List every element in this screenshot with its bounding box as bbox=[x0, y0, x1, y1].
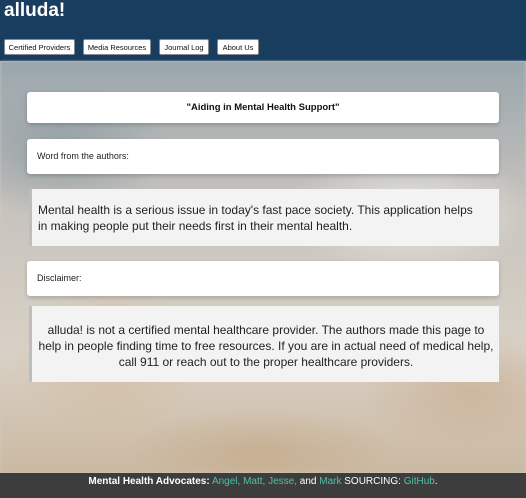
author-link-mark[interactable]: Mark bbox=[319, 476, 341, 487]
footer-advocates-label: Mental Health Advocates: bbox=[88, 476, 210, 487]
github-link[interactable]: GitHub bbox=[404, 476, 435, 487]
footer-sourcing-label: SOURCING: bbox=[344, 476, 401, 487]
author-link-matt[interactable]: Matt, bbox=[243, 476, 265, 487]
footer-period: . bbox=[434, 476, 438, 487]
disclaimer-header-card: Disclaimer: bbox=[27, 261, 499, 296]
authors-header-card: Word from the authors: bbox=[27, 139, 499, 174]
author-link-jesse[interactable]: Jesse, bbox=[268, 476, 297, 487]
nav-certified-providers-button[interactable]: Certified Providers bbox=[4, 39, 75, 55]
author-link-angel[interactable]: Angel, bbox=[212, 476, 240, 487]
nav-about-us-button[interactable]: About Us bbox=[217, 39, 259, 55]
disclaimer-text: alluda! is not a certified mental health… bbox=[38, 323, 494, 369]
disclaimer-label: Disclaimer: bbox=[37, 273, 82, 283]
brand-logo[interactable]: alluda! bbox=[4, 0, 65, 22]
authors-panel: Mental health is a serious issue in toda… bbox=[29, 189, 499, 246]
nav-journal-log-button[interactable]: Journal Log bbox=[159, 39, 209, 55]
disclaimer-panel: alluda! is not a certified mental health… bbox=[29, 306, 499, 382]
top-header: alluda! Certified Providers Media Resour… bbox=[0, 0, 526, 61]
footer: Mental Health Advocates: Angel, Matt, Je… bbox=[0, 473, 526, 498]
authors-label: Word from the authors: bbox=[37, 151, 129, 161]
footer-and-text: and bbox=[299, 476, 317, 487]
page-title: "Aiding in Mental Health Support" bbox=[186, 102, 340, 113]
title-card: "Aiding in Mental Health Support" bbox=[27, 92, 499, 123]
nav-media-resources-button[interactable]: Media Resources bbox=[83, 39, 151, 55]
authors-text: Mental health is a serious issue in toda… bbox=[38, 203, 473, 233]
